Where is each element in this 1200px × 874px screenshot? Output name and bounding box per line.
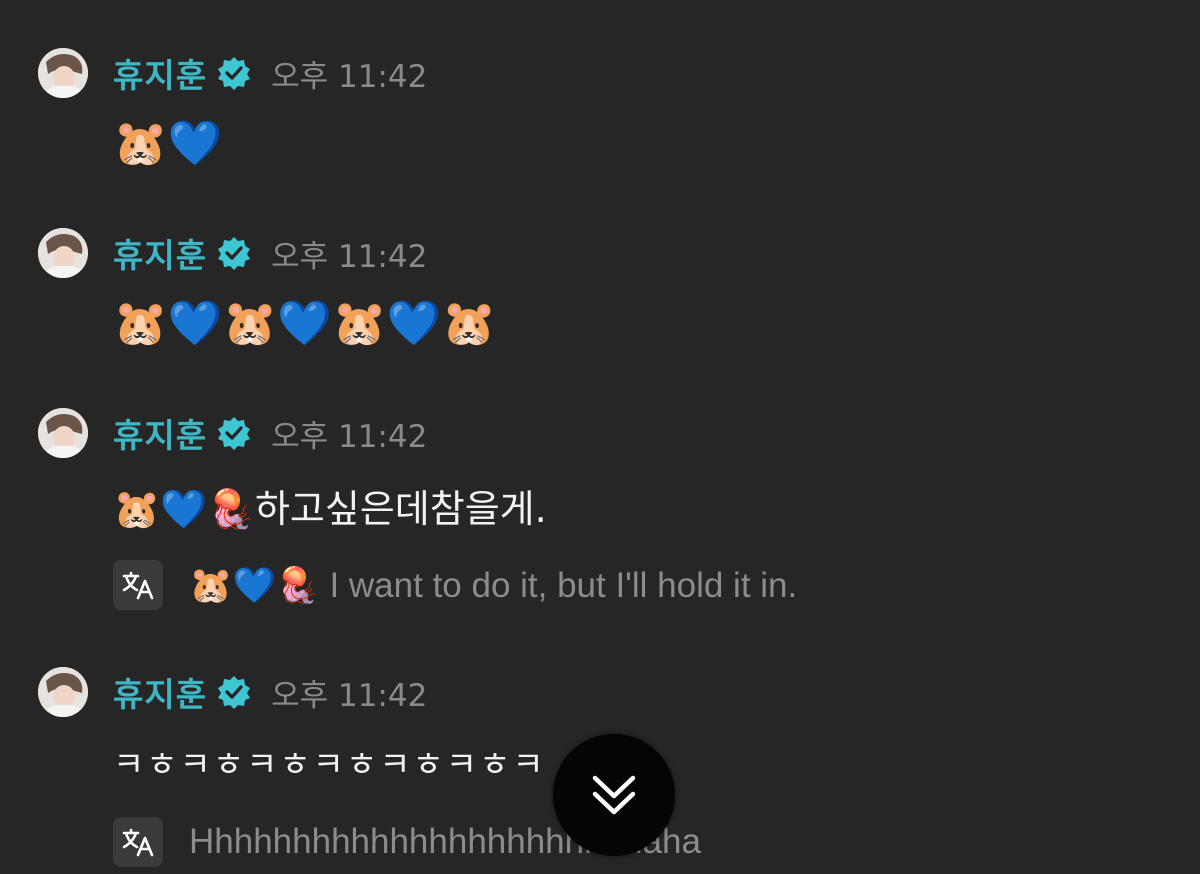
sender-name[interactable]: 휴지훈 <box>113 409 207 457</box>
avatar[interactable] <box>38 228 88 278</box>
avatar[interactable] <box>38 48 88 98</box>
translate-button[interactable] <box>113 817 163 867</box>
scroll-to-bottom-button[interactable] <box>553 734 675 856</box>
timestamp: 오후 11:42 <box>271 418 428 455</box>
avatar[interactable] <box>38 408 88 458</box>
message-header: 휴지훈 오후 11:42 <box>113 48 427 98</box>
timestamp: 오후 11:42 <box>271 677 428 714</box>
translate-icon <box>122 828 154 857</box>
message-text: 🐹💙🪼하고싶은데참을게. <box>113 487 547 531</box>
verified-badge-icon <box>218 237 251 270</box>
verified-badge-icon <box>218 57 251 90</box>
message-header: 휴지훈 오후 11:42 <box>113 408 427 458</box>
translate-button[interactable] <box>113 560 163 610</box>
timestamp: 오후 11:42 <box>271 238 428 275</box>
message-text: 🐹💙 <box>113 118 223 169</box>
verified-badge-icon <box>218 676 251 709</box>
chat-screen: 휴지훈 오후 11:42 🐹💙 휴지훈 오후 11:42 🐹💙🐹💙🐹💙🐹 휴지훈… <box>0 0 1200 874</box>
translation-text: 🐹💙🪼 I want to do it, but I'll hold it in… <box>189 565 798 605</box>
verified-badge-icon <box>218 417 251 450</box>
sender-name[interactable]: 휴지훈 <box>113 229 207 277</box>
translation-row: 🐹💙🪼 I want to do it, but I'll hold it in… <box>113 560 797 610</box>
double-chevron-down-icon <box>592 775 636 815</box>
avatar[interactable] <box>38 667 88 717</box>
message-header: 휴지훈 오후 11:42 <box>113 667 427 717</box>
timestamp: 오후 11:42 <box>271 58 428 95</box>
message-text: 🐹💙🐹💙🐹💙🐹 <box>113 298 497 349</box>
translate-icon <box>122 571 154 600</box>
message-text: ㅋㅎㅋㅎㅋㅎㅋㅎㅋㅎㅋㅎㅋ <box>113 745 546 785</box>
message-header: 휴지훈 오후 11:42 <box>113 228 427 278</box>
sender-name[interactable]: 휴지훈 <box>113 49 207 97</box>
sender-name[interactable]: 휴지훈 <box>113 668 207 716</box>
